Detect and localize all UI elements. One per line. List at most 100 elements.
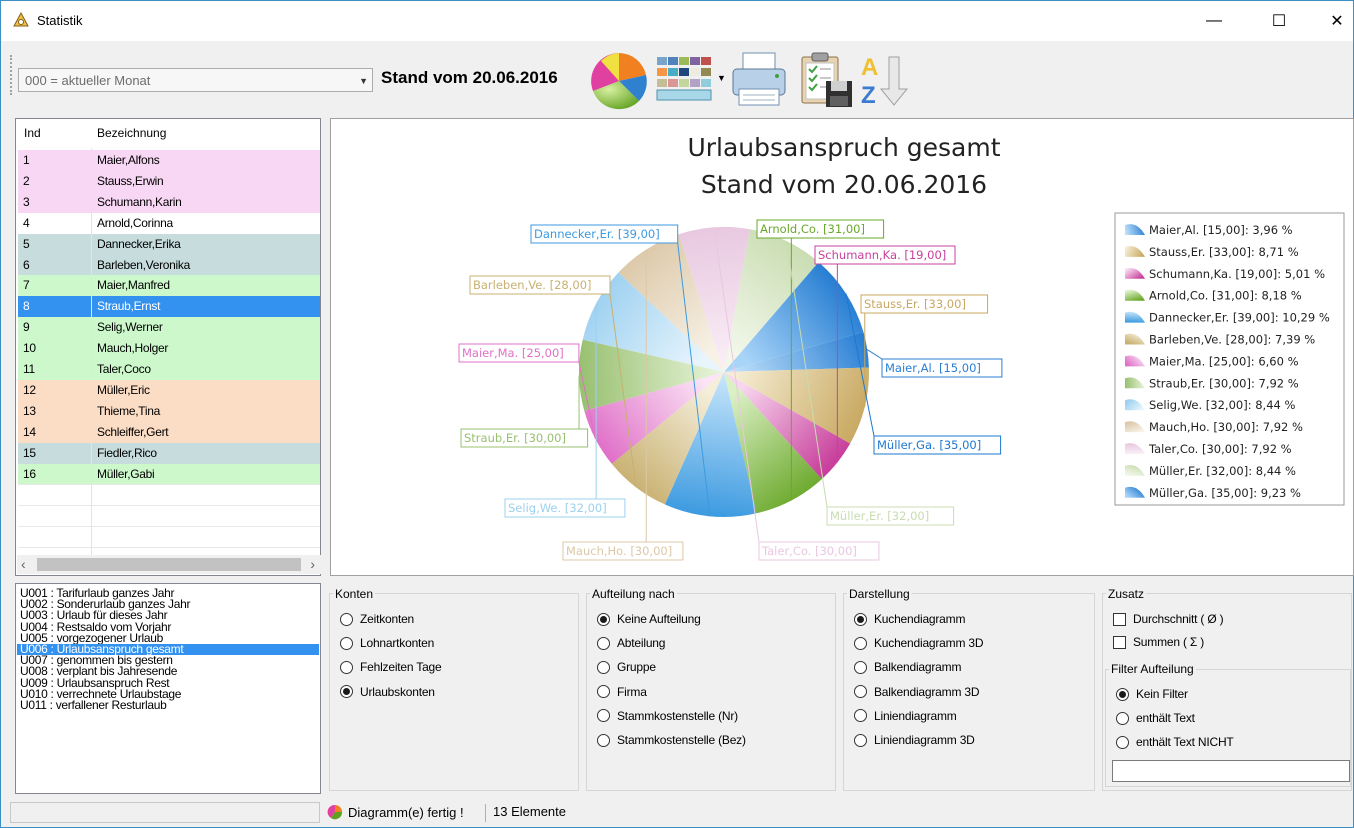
list-item[interactable]: U011 : verfallener Resturlaub <box>17 699 319 711</box>
aufteilung-option-label: Abteilung <box>617 636 666 651</box>
radio-button[interactable] <box>1116 687 1129 701</box>
radio-button[interactable] <box>854 709 867 723</box>
radio-button[interactable] <box>340 685 353 699</box>
darstellung-option[interactable]: Balkendiagramm <box>854 659 961 675</box>
close-button[interactable]: ✕ <box>1314 1 1354 41</box>
darstellung-option[interactable]: Liniendiagramm <box>854 708 957 724</box>
status-bar: Diagramm(e) fertig ! 13 Elemente <box>1 799 1353 827</box>
darstellung-option-label: Kuchendiagramm 3D <box>874 636 984 651</box>
radio-button[interactable] <box>597 612 610 626</box>
urlaub-account-list[interactable]: U001 : Tarifurlaub ganzes Jahr U002 : Son… <box>15 583 321 794</box>
stand-label: Stand vom 20.06.2016 <box>381 68 558 87</box>
row-name: Müller,Gabi <box>97 466 155 481</box>
table-row[interactable]: 1 Maier,Alfons <box>18 150 320 171</box>
radio-button[interactable] <box>340 636 353 650</box>
table-row[interactable]: 13 Thieme,Tina <box>18 400 320 422</box>
row-ind: 2 <box>23 173 30 188</box>
aufteilung-option[interactable]: Gruppe <box>597 659 656 675</box>
dropdown-arrow-icon[interactable]: ▼ <box>717 73 726 83</box>
table-row[interactable]: 6 Barleben,Veronika <box>18 254 320 276</box>
konten-option-label: Zeitkonten <box>360 612 415 626</box>
toolbar-grip[interactable] <box>10 55 12 95</box>
employee-grid[interactable]: Ind Bezeichnung 1 Maier,Alfons 2 Stauss,Erw… <box>15 118 321 576</box>
column-header-bezeichnung[interactable]: Bezeichnung <box>97 126 166 140</box>
table-row[interactable]: 11 Taler,Coco <box>18 359 320 380</box>
aufteilung-option[interactable]: Stammkostenstelle (Nr) <box>597 708 738 724</box>
color-table-icon[interactable] <box>655 55 713 103</box>
radio-button[interactable] <box>854 685 867 699</box>
printer-icon[interactable] <box>729 51 789 109</box>
empty-row-line <box>18 547 320 549</box>
svg-text:A: A <box>861 54 878 81</box>
konten-option[interactable]: Urlaubskonten <box>340 684 435 700</box>
table-row[interactable]: 12 Müller,Eric <box>18 379 320 401</box>
summen-checkbox[interactable]: Summen ( Σ ) <box>1113 634 1204 650</box>
darstellung-option[interactable]: Kuchendiagramm 3D <box>854 635 984 651</box>
app-icon <box>13 12 29 27</box>
table-row[interactable]: 7 Maier,Manfred <box>18 275 320 297</box>
durchschnitt-checkbox[interactable]: Durchschnitt ( Ø ) <box>1113 611 1224 627</box>
radio-button[interactable] <box>597 733 610 747</box>
radio-button[interactable] <box>597 660 610 674</box>
table-row[interactable]: 4 Arnold,Corinna <box>18 212 320 234</box>
radio-button[interactable] <box>854 733 867 747</box>
legend-entry: Maier,Al. [15,00]: 3,96 % <box>1149 223 1293 237</box>
checkbox-box[interactable] <box>1113 635 1126 649</box>
radio-button[interactable] <box>340 660 353 674</box>
konten-option[interactable]: Zeitkonten <box>340 611 414 627</box>
aufteilung-option[interactable]: Stammkostenstelle (Bez) <box>597 732 746 748</box>
aufteilung-group: Aufteilung nach Keine Aufteilung Abteilun… <box>586 587 836 791</box>
table-row[interactable]: 14 Schleiffer,Gert <box>18 421 320 443</box>
radio-button[interactable] <box>597 685 610 699</box>
legend-entry: Taler,Co. [30,00]: 7,92 % <box>1148 442 1292 456</box>
table-row[interactable]: 9 Selig,Werner <box>18 317 320 339</box>
darstellung-option[interactable]: Kuchendiagramm <box>854 611 965 627</box>
aufteilung-option[interactable]: Abteilung <box>597 635 665 651</box>
pie-chart-icon[interactable] <box>589 51 649 111</box>
row-ind: 12 <box>23 382 36 397</box>
callout-label: Müller,Ga. [35,00] <box>877 438 981 452</box>
aufteilung-option[interactable]: Firma <box>597 684 647 700</box>
radio-button[interactable] <box>1116 735 1129 749</box>
column-header-ind[interactable]: Ind <box>24 126 41 140</box>
minimize-button[interactable]: — <box>1191 1 1237 41</box>
aufteilung-option[interactable]: Keine Aufteilung <box>597 611 701 627</box>
row-name: Maier,Manfred <box>97 278 170 293</box>
maximize-button[interactable]: ☐ <box>1256 1 1302 41</box>
table-row[interactable]: 8 Straub,Ernst <box>18 296 320 318</box>
summen-label: Summen ( Σ ) <box>1133 635 1205 649</box>
filter-option[interactable]: enthält Text <box>1116 710 1195 726</box>
radio-button[interactable] <box>597 709 610 723</box>
scroll-right-icon[interactable]: › <box>310 556 315 572</box>
table-row[interactable]: 16 Müller,Gabi <box>18 463 320 485</box>
horizontal-scrollbar[interactable]: ‹ › <box>17 555 321 574</box>
checkbox-box[interactable] <box>1113 612 1126 626</box>
radio-button[interactable] <box>854 660 867 674</box>
radio-button[interactable] <box>597 636 610 650</box>
table-row[interactable]: 10 Mauch,Holger <box>18 338 320 360</box>
darstellung-option[interactable]: Balkendiagramm 3D <box>854 684 980 700</box>
radio-button[interactable] <box>1116 711 1129 725</box>
darstellung-option[interactable]: Liniendiagramm 3D <box>854 732 975 748</box>
scrollbar-thumb[interactable] <box>37 558 301 571</box>
period-select[interactable]: 000 = aktueller Monat ▼ <box>18 68 373 92</box>
row-ind: 10 <box>23 341 36 356</box>
table-row[interactable]: 3 Schumann,Karin <box>18 191 320 213</box>
filter-option[interactable]: enthält Text NICHT <box>1116 734 1234 750</box>
row-name: Stauss,Erwin <box>97 173 164 188</box>
filter-option[interactable]: Kein Filter <box>1116 686 1188 702</box>
filter-text-input[interactable] <box>1112 760 1350 782</box>
table-row[interactable]: 5 Dannecker,Erika <box>18 233 320 255</box>
sort-az-icon[interactable]: A Z <box>859 51 917 109</box>
callout-label: Stauss,Er. [33,00] <box>864 297 966 311</box>
radio-button[interactable] <box>340 612 353 626</box>
konten-option[interactable]: Lohnartkonten <box>340 635 434 651</box>
radio-button[interactable] <box>854 636 867 650</box>
table-row[interactable]: 15 Fiedler,Rico <box>18 442 320 464</box>
filter-option-label: enthält Text NICHT <box>1136 735 1234 750</box>
konten-option[interactable]: Fehlzeiten Tage <box>340 659 442 675</box>
table-row[interactable]: 2 Stauss,Erwin <box>18 170 320 192</box>
radio-button[interactable] <box>854 612 867 626</box>
scroll-left-icon[interactable]: ‹ <box>21 556 26 572</box>
clipboard-save-icon[interactable] <box>798 51 856 109</box>
